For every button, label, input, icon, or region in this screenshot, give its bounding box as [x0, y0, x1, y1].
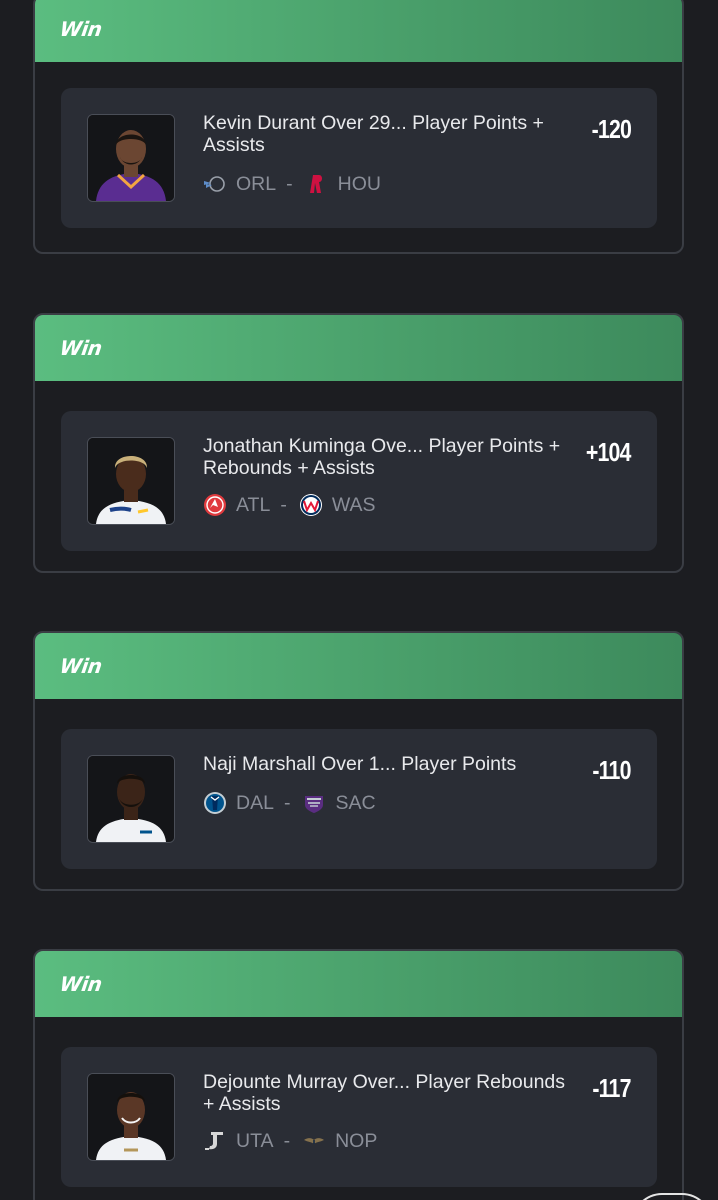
- hou-logo-icon: [309, 175, 322, 193]
- team-home: NOP: [302, 1129, 377, 1153]
- win-badge: Win: [58, 654, 104, 678]
- bet-row[interactable]: Jonathan Kuminga Ove... Player Points + …: [61, 411, 657, 551]
- team-abbr: ATL: [236, 493, 271, 516]
- team-abbr: WAS: [331, 493, 376, 516]
- atl-logo-icon: [204, 494, 226, 516]
- player-avatar: [87, 114, 175, 202]
- team-abbr: ORL: [236, 172, 277, 195]
- team-abbr: DAL: [236, 791, 274, 814]
- player-avatar: [87, 437, 175, 525]
- matchup: UTA - NOP: [203, 1129, 377, 1153]
- team-home: SAC: [302, 791, 376, 815]
- dal-logo-icon: [204, 792, 226, 814]
- bet-card[interactable]: Win Dejounte Murray Over... Player Rebou…: [33, 949, 684, 1200]
- sac-logo-icon: [305, 796, 324, 813]
- team-home: WAS: [299, 493, 376, 517]
- matchup-separator: -: [280, 493, 287, 516]
- bet-row[interactable]: Dejounte Murray Over... Player Rebounds …: [61, 1047, 657, 1187]
- team-away: ORL: [203, 172, 276, 196]
- matchup: DAL - SAC: [203, 791, 376, 815]
- team-abbr: SAC: [335, 791, 376, 814]
- card-header: Win: [35, 0, 682, 62]
- nop-logo-icon: [304, 1138, 325, 1144]
- bet-title: Kevin Durant Over 29... Player Points + …: [203, 112, 544, 156]
- win-badge: Win: [58, 972, 104, 996]
- uta-logo-icon: [205, 1132, 223, 1150]
- bet-card[interactable]: Win Naji Marshall Over 1... Player Point…: [33, 631, 684, 891]
- bet-card[interactable]: Win Jonathan Kuminga Ove... Player Point…: [33, 313, 684, 573]
- was-logo-icon: [299, 494, 322, 516]
- bet-feed: Win Kevin Durant Over 29... Player Point…: [0, 0, 718, 1200]
- team-home: HOU: [305, 172, 381, 196]
- odds-value: -117: [592, 1073, 632, 1103]
- player-avatar: [87, 755, 175, 843]
- matchup: ORL - HOU: [203, 172, 381, 196]
- odds-value: -110: [592, 755, 632, 785]
- matchup-separator: -: [283, 1129, 291, 1152]
- card-header: Win: [35, 951, 682, 1017]
- card-header: Win: [35, 633, 682, 699]
- orl-logo-icon: [204, 176, 225, 192]
- bet-row[interactable]: Naji Marshall Over 1... Player Points -1…: [61, 729, 657, 869]
- team-away: UTA: [203, 1129, 274, 1153]
- team-abbr: NOP: [335, 1129, 378, 1152]
- bet-row[interactable]: Kevin Durant Over 29... Player Points + …: [61, 88, 657, 228]
- win-badge: Win: [58, 336, 104, 360]
- win-badge: Win: [58, 17, 104, 41]
- card-header: Win: [35, 315, 682, 381]
- player-avatar: [87, 1073, 175, 1161]
- odds-value: +104: [586, 437, 632, 467]
- team-abbr: HOU: [337, 172, 381, 195]
- team-abbr: UTA: [236, 1129, 274, 1152]
- bet-card[interactable]: Win Kevin Durant Over 29... Player Point…: [33, 0, 684, 254]
- odds-value: -120: [591, 114, 632, 144]
- matchup: ATL - WAS: [203, 493, 376, 517]
- bet-title: Jonathan Kuminga Ove... Player Points + …: [203, 435, 561, 479]
- team-away: ATL: [203, 493, 270, 517]
- bet-title: Naji Marshall Over 1... Player Points: [203, 753, 517, 775]
- matchup-separator: -: [286, 172, 293, 195]
- team-away: DAL: [203, 791, 274, 815]
- matchup-separator: -: [283, 791, 291, 814]
- bet-title: Dejounte Murray Over... Player Rebounds …: [203, 1071, 566, 1115]
